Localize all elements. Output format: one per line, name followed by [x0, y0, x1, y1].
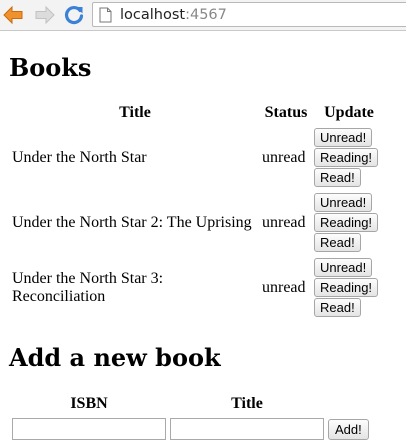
mark-reading-button[interactable]: Reading!: [314, 278, 379, 297]
book-status: unread: [262, 278, 306, 296]
mark-unread-button[interactable]: Unread!: [314, 193, 373, 212]
title-cell: [169, 417, 325, 441]
book-title: Under the North Star: [12, 148, 147, 166]
form-header-row: ISBN Title: [11, 393, 370, 415]
isbn-cell: [11, 417, 167, 441]
add-book-heading: Add a new book: [9, 343, 221, 372]
title-input[interactable]: [170, 418, 324, 440]
form-input-row: Add!: [11, 417, 370, 441]
submit-header: [327, 393, 370, 415]
books-heading: Books: [9, 53, 92, 82]
back-button[interactable]: [2, 4, 24, 26]
update-cell: Unread! Reading! Read!: [313, 126, 385, 189]
books-header-row: Title Status Update: [11, 102, 385, 124]
reload-icon: [65, 5, 84, 25]
forward-arrow-icon: [35, 5, 55, 25]
book-title: Under the North Star 2: The Uprising: [12, 213, 252, 231]
address-host: localhost: [120, 7, 186, 23]
address-port: :4567: [185, 7, 227, 23]
page-icon: [99, 7, 112, 23]
address-bar[interactable]: localhost:4567: [92, 2, 406, 27]
update-cell: Unread! Reading! Read!: [313, 256, 385, 319]
book-row: Under the North Star unread Unread! Read…: [11, 126, 385, 189]
address-text: localhost:4567: [120, 6, 227, 24]
isbn-label: ISBN: [70, 395, 108, 412]
update-cell: Unread! Reading! Read!: [313, 191, 385, 254]
submit-cell: Add!: [327, 417, 370, 441]
back-arrow-icon: [3, 5, 23, 25]
book-status: unread: [262, 213, 306, 231]
mark-read-button[interactable]: Read!: [314, 168, 361, 187]
forward-button[interactable]: [34, 4, 56, 26]
mark-read-button[interactable]: Read!: [314, 298, 361, 317]
isbn-input[interactable]: [12, 418, 166, 440]
add-book-button[interactable]: Add!: [328, 418, 369, 440]
title-label: Title: [231, 395, 263, 412]
reload-button[interactable]: [63, 4, 85, 26]
book-row: Under the North Star 2: The Uprising unr…: [11, 191, 385, 254]
books-table: Title Status Update Under the North Star…: [9, 100, 387, 321]
book-title: Under the North Star 3: Reconciliation: [12, 269, 164, 305]
browser-toolbar: localhost:4567: [0, 0, 406, 31]
book-row: Under the North Star 3: Reconciliation u…: [11, 256, 385, 319]
mark-unread-button[interactable]: Unread!: [314, 258, 373, 277]
mark-unread-button[interactable]: Unread!: [314, 128, 373, 147]
mark-reading-button[interactable]: Reading!: [314, 148, 379, 167]
title-column-header: Title: [119, 104, 151, 121]
mark-read-button[interactable]: Read!: [314, 233, 361, 252]
book-status: unread: [262, 148, 306, 166]
mark-reading-button[interactable]: Reading!: [314, 213, 379, 232]
update-column-header: Update: [324, 104, 374, 121]
add-book-form: ISBN Title Add!: [9, 391, 372, 443]
status-column-header: Status: [264, 104, 308, 121]
